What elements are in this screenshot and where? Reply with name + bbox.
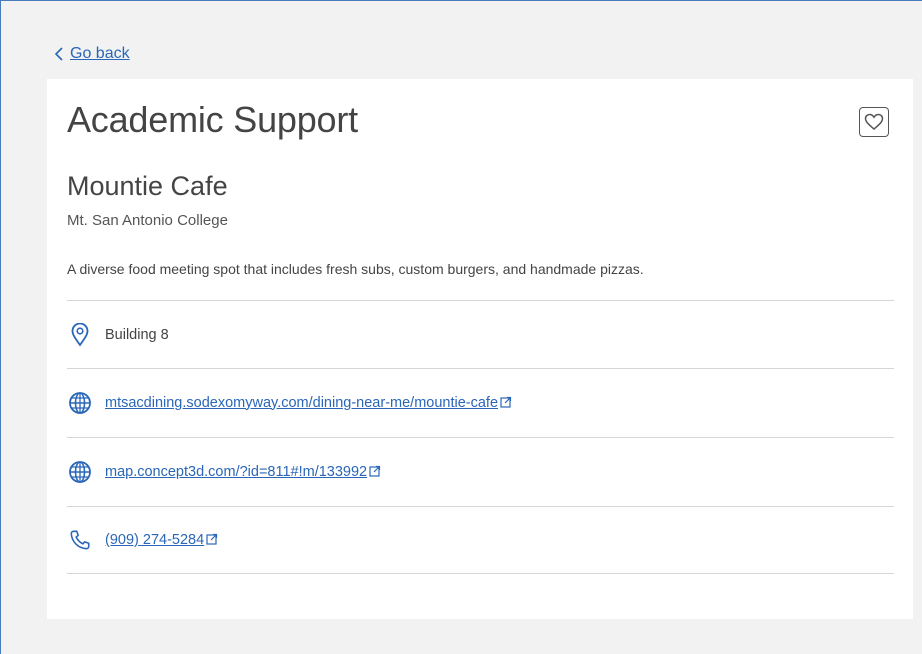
phone-icon xyxy=(67,527,93,553)
favorite-button[interactable] xyxy=(859,107,889,137)
organization-name: Mt. San Antonio College xyxy=(67,212,228,229)
map-pin-icon xyxy=(67,322,93,348)
heart-icon xyxy=(864,113,884,130)
location-row: Building 8 xyxy=(67,300,894,368)
page-frame: Go back Academic Support Mountie Cafe Mt… xyxy=(0,0,922,654)
location-text: Building 8 xyxy=(105,326,169,343)
external-link-icon xyxy=(500,396,512,408)
place-name: Mountie Cafe xyxy=(67,171,228,201)
chevron-left-icon xyxy=(54,47,63,61)
external-link-icon xyxy=(206,533,218,545)
phone-link[interactable]: (909) 274-5284 xyxy=(105,532,218,548)
phone-link-text: (909) 274-5284 xyxy=(105,532,205,548)
external-link-icon xyxy=(369,465,381,477)
globe-icon xyxy=(67,459,93,485)
website-row-2: map.concept3d.com/?id=811#!m/133992 xyxy=(67,437,894,505)
detail-card: Academic Support Mountie Cafe Mt. San An… xyxy=(47,79,913,619)
globe-icon xyxy=(67,390,93,416)
website-link-2-text: map.concept3d.com/?id=811#!m/133992 xyxy=(105,463,368,480)
category-title: Academic Support xyxy=(67,99,358,140)
go-back-link[interactable]: Go back xyxy=(54,45,130,63)
phone-row: (909) 274-5284 xyxy=(67,506,894,574)
website-link-1[interactable]: mtsacdining.sodexomyway.com/dining-near-… xyxy=(105,395,512,411)
website-row-1: mtsacdining.sodexomyway.com/dining-near-… xyxy=(67,368,894,436)
place-description: A diverse food meeting spot that include… xyxy=(67,261,644,277)
website-link-2[interactable]: map.concept3d.com/?id=811#!m/133992 xyxy=(105,464,381,480)
go-back-label: Go back xyxy=(70,45,130,62)
website-link-1-text: mtsacdining.sodexomyway.com/dining-near-… xyxy=(105,394,499,411)
